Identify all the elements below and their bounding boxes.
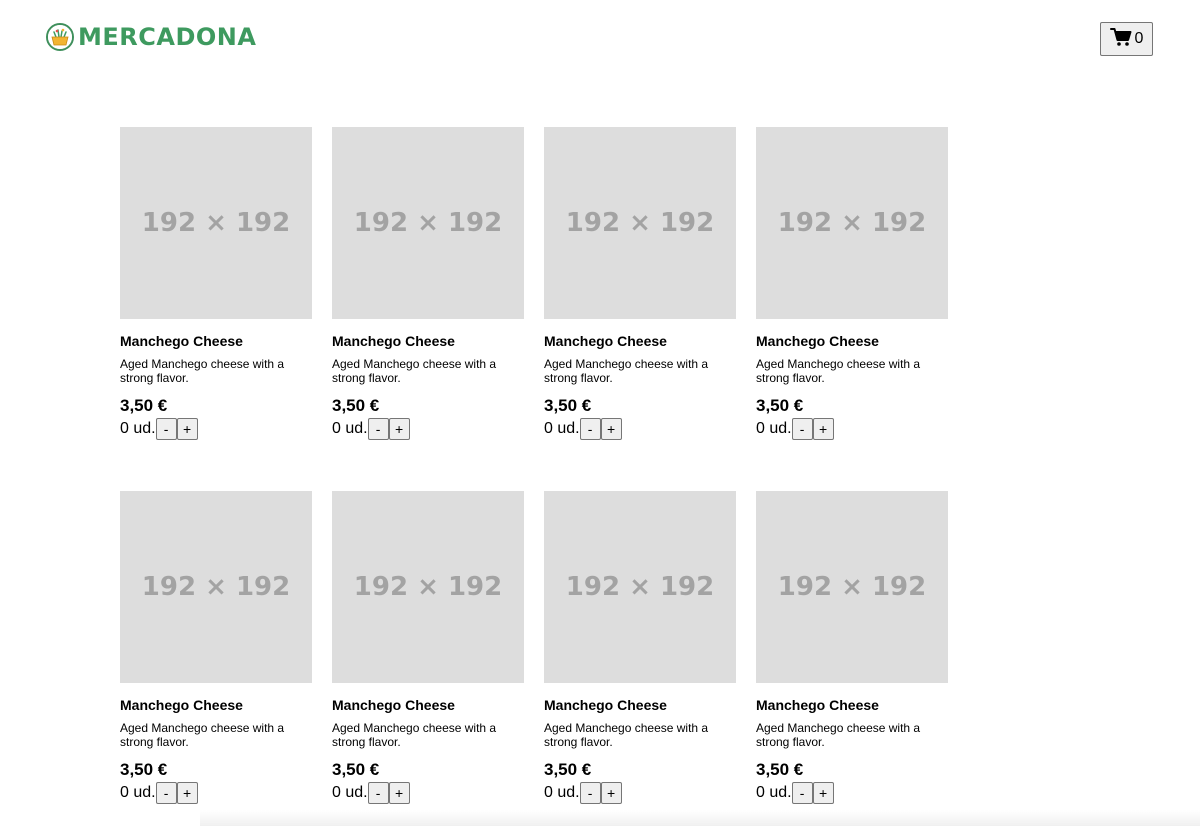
quantity-label: 0 ud. [120, 420, 156, 437]
quantity-control: 0 ud. - + [756, 418, 948, 440]
quantity-control: 0 ud. - + [332, 418, 524, 440]
product-description: Aged Manchego cheese with a strong flavo… [756, 721, 921, 749]
increase-button[interactable]: + [176, 418, 198, 440]
product-card: 192 × 192 Manchego Cheese Aged Manchego … [544, 491, 736, 826]
product-image[interactable]: 192 × 192 [332, 127, 524, 319]
product-card: 192 × 192 Manchego Cheese Aged Manchego … [756, 127, 948, 491]
product-card: 192 × 192 Manchego Cheese Aged Manchego … [332, 491, 524, 826]
scroll-shadow [200, 810, 1200, 826]
quantity-label: 0 ud. [756, 784, 792, 801]
product-card: 192 × 192 Manchego Cheese Aged Manchego … [544, 127, 736, 491]
product-price: 3,50 € [120, 760, 168, 779]
increase-button[interactable]: + [600, 782, 622, 804]
quantity-label: 0 ud. [544, 420, 580, 437]
product-image[interactable]: 192 × 192 [756, 127, 948, 319]
product-name: Manchego Cheese [756, 333, 879, 349]
cart-icon [1109, 27, 1132, 52]
logo-text: MERCADONA [78, 23, 257, 51]
quantity-label: 0 ud. [120, 784, 156, 801]
product-name: Manchego Cheese [756, 697, 879, 713]
cart-count: 0 [1134, 30, 1144, 47]
product-card: 192 × 192 Manchego Cheese Aged Manchego … [120, 491, 312, 826]
increase-button[interactable]: + [176, 782, 198, 804]
increase-button[interactable]: + [388, 782, 410, 804]
product-name: Manchego Cheese [544, 697, 667, 713]
decrease-button[interactable]: - [791, 782, 813, 804]
quantity-control: 0 ud. - + [120, 418, 312, 440]
page: MERCADONA 0 192 × 192 Manchego Cheese Ag… [0, 0, 1200, 826]
quantity-label: 0 ud. [756, 420, 792, 437]
increase-button[interactable]: + [812, 782, 834, 804]
product-price: 3,50 € [332, 396, 380, 415]
increase-button[interactable]: + [388, 418, 410, 440]
product-name: Manchego Cheese [120, 333, 243, 349]
product-description: Aged Manchego cheese with a strong flavo… [544, 357, 709, 385]
decrease-button[interactable]: - [155, 418, 177, 440]
increase-button[interactable]: + [600, 418, 622, 440]
increase-button[interactable]: + [812, 418, 834, 440]
quantity-control: 0 ud. - + [544, 418, 736, 440]
product-price: 3,50 € [756, 396, 804, 415]
decrease-button[interactable]: - [155, 782, 177, 804]
product-price: 3,50 € [332, 760, 380, 779]
quantity-label: 0 ud. [332, 784, 368, 801]
product-price: 3,50 € [120, 396, 168, 415]
product-price: 3,50 € [544, 396, 592, 415]
product-image[interactable]: 192 × 192 [120, 127, 312, 319]
product-description: Aged Manchego cheese with a strong flavo… [544, 721, 709, 749]
product-image[interactable]: 192 × 192 [120, 491, 312, 683]
product-name: Manchego Cheese [120, 697, 243, 713]
product-description: Aged Manchego cheese with a strong flavo… [120, 721, 285, 749]
product-description: Aged Manchego cheese with a strong flavo… [332, 357, 497, 385]
decrease-button[interactable]: - [367, 782, 389, 804]
product-card: 192 × 192 Manchego Cheese Aged Manchego … [332, 127, 524, 491]
cart-button[interactable]: 0 [1100, 22, 1153, 56]
header: MERCADONA 0 [0, 0, 1200, 80]
decrease-button[interactable]: - [579, 782, 601, 804]
quantity-control: 0 ud. - + [332, 782, 524, 804]
product-card: 192 × 192 Manchego Cheese Aged Manchego … [756, 491, 948, 826]
quantity-label: 0 ud. [544, 784, 580, 801]
product-description: Aged Manchego cheese with a strong flavo… [120, 357, 285, 385]
decrease-button[interactable]: - [579, 418, 601, 440]
product-image[interactable]: 192 × 192 [544, 491, 736, 683]
product-grid: 192 × 192 Manchego Cheese Aged Manchego … [120, 127, 948, 826]
product-price: 3,50 € [544, 760, 592, 779]
product-description: Aged Manchego cheese with a strong flavo… [332, 721, 497, 749]
quantity-control: 0 ud. - + [756, 782, 948, 804]
decrease-button[interactable]: - [791, 418, 813, 440]
quantity-label: 0 ud. [332, 420, 368, 437]
product-card: 192 × 192 Manchego Cheese Aged Manchego … [120, 127, 312, 491]
product-name: Manchego Cheese [544, 333, 667, 349]
product-name: Manchego Cheese [332, 697, 455, 713]
quantity-control: 0 ud. - + [544, 782, 736, 804]
product-image[interactable]: 192 × 192 [756, 491, 948, 683]
shopping-basket-icon [46, 23, 74, 51]
product-image[interactable]: 192 × 192 [544, 127, 736, 319]
product-description: Aged Manchego cheese with a strong flavo… [756, 357, 921, 385]
mercadona-logo[interactable]: MERCADONA [46, 23, 256, 51]
product-image[interactable]: 192 × 192 [332, 491, 524, 683]
quantity-control: 0 ud. - + [120, 782, 312, 804]
decrease-button[interactable]: - [367, 418, 389, 440]
product-price: 3,50 € [756, 760, 804, 779]
product-name: Manchego Cheese [332, 333, 455, 349]
